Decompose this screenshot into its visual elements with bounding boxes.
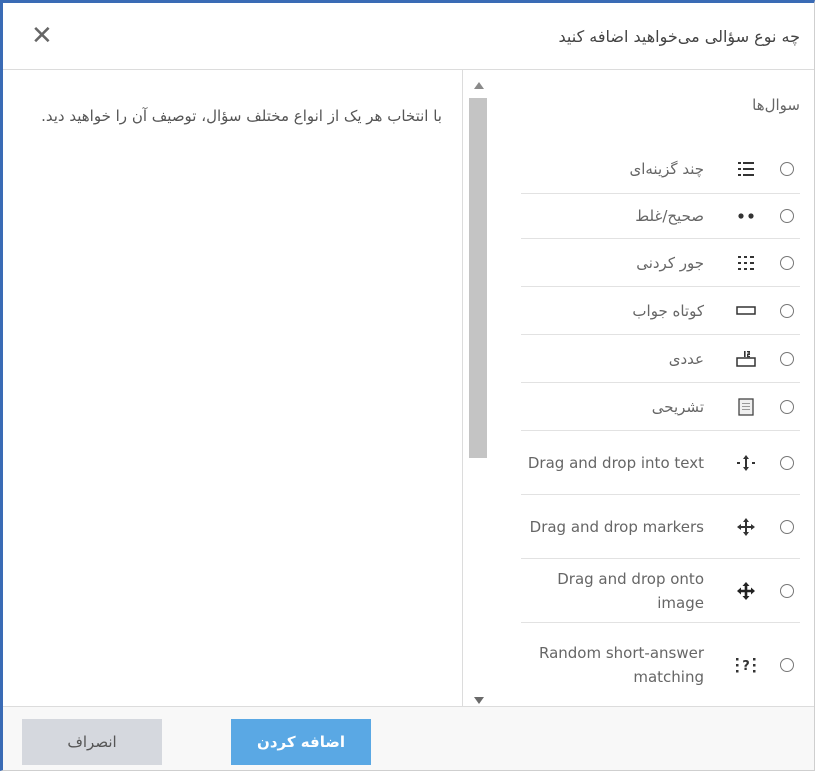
radio-button[interactable] [780, 255, 794, 270]
option-ddwtos[interactable]: Drag and drop into text [521, 431, 800, 495]
essay-icon [734, 396, 758, 418]
ddmarker-icon [734, 516, 758, 538]
option-label: Drag and drop markers [529, 517, 704, 536]
option-label: چند گزینه‌ای [629, 159, 704, 178]
dialog-title: چه نوع سؤالی می‌خواهید اضافه کنید [558, 27, 800, 46]
option-label: Drag and drop into text [527, 453, 704, 472]
shortanswer-icon [734, 300, 758, 322]
radio-button[interactable] [780, 399, 794, 414]
radio-button[interactable] [780, 583, 794, 598]
svg-text:?: ? [742, 659, 750, 674]
description-pane: با انتخاب هر یک از انواع مختلف سؤال، توص… [3, 70, 463, 710]
scroll-up-arrow-icon[interactable] [474, 82, 484, 89]
option-ddmarker[interactable]: Drag and drop markers [521, 495, 800, 559]
question-type-list: سوال‌ها چند گزینه‌ای [493, 70, 814, 710]
option-label: تشریحی [651, 397, 704, 416]
numerical-icon [734, 348, 758, 370]
option-matching[interactable]: جور کردنی [521, 239, 800, 287]
matching-icon [734, 252, 758, 274]
close-icon[interactable]: ✕ [31, 23, 53, 49]
ddwtos-icon [734, 452, 758, 474]
description-text: با انتخاب هر یک از انواع مختلف سؤال، توص… [41, 107, 442, 125]
option-label: جور کردنی [636, 253, 704, 272]
dialog-footer: اضافه کردن انصراف [3, 706, 814, 770]
add-button[interactable]: اضافه کردن [231, 719, 371, 765]
dialog-header: چه نوع سؤالی می‌خواهید اضافه کنید ✕ [3, 3, 814, 70]
radio-button[interactable] [780, 455, 794, 470]
cancel-button[interactable]: انصراف [22, 719, 162, 765]
option-ddimageortext[interactable]: Drag and drop onto image [521, 559, 800, 623]
option-label: عددی [668, 349, 704, 368]
option-label: Random short-answer matching [538, 644, 704, 686]
section-label-questions: سوال‌ها [752, 96, 800, 114]
radio-button[interactable] [780, 161, 794, 176]
radio-button[interactable] [780, 209, 794, 223]
option-randomsamatch[interactable]: ? Random short-answer matching [521, 623, 800, 707]
option-label: کوتاه جواب [632, 301, 704, 320]
question-type-dialog: چه نوع سؤالی می‌خواهید اضافه کنید ✕ با ا… [0, 0, 815, 771]
truefalse-icon [734, 205, 758, 227]
scrollbar-thumb[interactable] [469, 98, 487, 458]
option-label: Drag and drop onto image [557, 569, 704, 612]
option-numerical[interactable]: عددی [521, 335, 800, 383]
option-truefalse[interactable]: صحیح/غلط [521, 194, 800, 239]
option-label: صحیح/غلط [635, 207, 704, 225]
scroll-down-arrow-icon[interactable] [474, 697, 484, 704]
radio-button[interactable] [780, 303, 794, 318]
radio-button[interactable] [780, 351, 794, 366]
option-multichoice[interactable]: چند گزینه‌ای [521, 144, 800, 194]
radio-button[interactable] [780, 658, 794, 672]
radio-button[interactable] [780, 519, 794, 534]
multichoice-icon [734, 158, 758, 180]
option-shortanswer[interactable]: کوتاه جواب [521, 287, 800, 335]
randomsamatch-icon: ? [734, 654, 758, 676]
options-scrollbar[interactable] [465, 70, 491, 710]
option-essay[interactable]: تشریحی [521, 383, 800, 431]
ddimageortext-icon [734, 580, 758, 602]
dialog-body: با انتخاب هر یک از انواع مختلف سؤال، توص… [3, 70, 814, 710]
